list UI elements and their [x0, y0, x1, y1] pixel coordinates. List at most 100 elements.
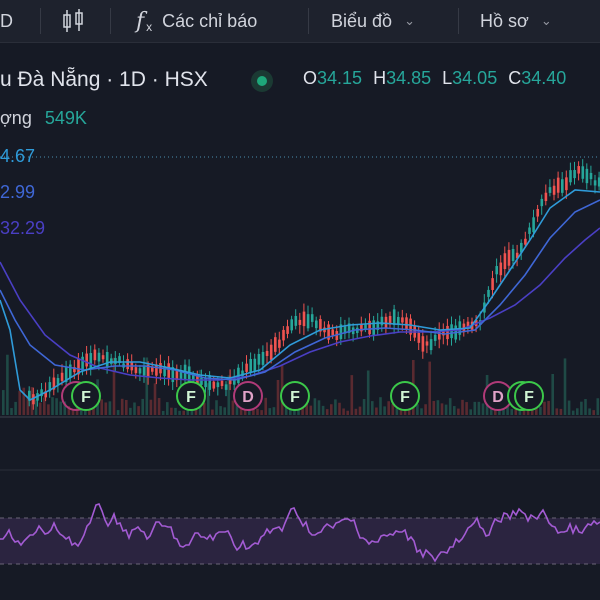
- event-marker-dividend[interactable]: D: [233, 381, 263, 411]
- ma-mid-value: 2.99: [0, 182, 36, 202]
- candle: [364, 324, 367, 329]
- candle: [290, 319, 293, 331]
- volume-bar: [551, 373, 554, 415]
- volume-bar: [313, 398, 317, 415]
- candle: [565, 177, 568, 191]
- rsi-band: [0, 518, 600, 564]
- volume-bar: [276, 380, 280, 415]
- volume-bar: [137, 406, 140, 415]
- close-key: C: [508, 68, 522, 88]
- volume-bar: [84, 410, 87, 415]
- volume-bar: [559, 408, 563, 415]
- volume-bar: [580, 401, 583, 415]
- volume-value: 549K: [44, 108, 87, 128]
- candle: [331, 329, 334, 336]
- volume-bar: [473, 401, 477, 415]
- event-marker-label: F: [524, 389, 534, 406]
- candle: [208, 375, 211, 390]
- candle: [216, 382, 220, 388]
- volume-bar: [444, 404, 448, 415]
- volume-bar: [10, 408, 13, 415]
- candle: [126, 359, 129, 370]
- candle: [552, 185, 556, 195]
- market-status-icon: [251, 70, 273, 92]
- volume-bar: [338, 402, 341, 415]
- volume-bar: [354, 408, 358, 415]
- event-marker-label: F: [81, 389, 91, 406]
- candle: [278, 339, 281, 348]
- candle: [544, 192, 548, 202]
- volume-bar: [379, 397, 382, 415]
- candle: [134, 367, 138, 374]
- candle: [585, 168, 589, 184]
- candle: [392, 309, 396, 326]
- volume-bar: [510, 409, 513, 415]
- volume-bar: [129, 407, 132, 415]
- volume-bar: [481, 403, 485, 415]
- volume-bar: [436, 400, 440, 415]
- candle: [536, 209, 539, 217]
- event-marker-financial[interactable]: F: [514, 381, 544, 411]
- volume-bar: [223, 407, 226, 415]
- candle: [577, 166, 580, 174]
- candle: [114, 358, 117, 364]
- ohlc-legend: O34.15 H34.85 L34.05 C34.40: [303, 68, 566, 89]
- volume-bar: [596, 398, 600, 415]
- event-marker-financial[interactable]: F: [390, 381, 420, 411]
- volume-bar: [334, 399, 337, 415]
- symbol-title[interactable]: u Đà Nẵng · 1D · HSX: [0, 62, 208, 98]
- volume-bar: [260, 410, 263, 415]
- candle: [540, 198, 544, 207]
- volume-bar: [555, 408, 559, 415]
- candle: [503, 253, 507, 269]
- open-value: 34.15: [317, 68, 363, 88]
- volume-bar: [268, 408, 272, 415]
- open-key: O: [303, 68, 318, 88]
- event-marker-label: D: [242, 389, 254, 406]
- volume-label: ợng: [0, 108, 32, 128]
- candle: [282, 329, 285, 341]
- ma-short-value: 4.67: [0, 146, 36, 166]
- volume-bar: [420, 408, 423, 415]
- volume-bar: [104, 402, 108, 415]
- volume-bar: [211, 409, 214, 415]
- volume-bar: [375, 407, 378, 415]
- volume-bar: [571, 410, 575, 415]
- candle: [249, 358, 252, 373]
- high-key: H: [373, 68, 387, 88]
- volume-bar: [215, 400, 218, 415]
- candle: [60, 372, 64, 381]
- candle: [528, 227, 531, 234]
- event-marker-financial[interactable]: F: [71, 381, 101, 411]
- candle: [433, 334, 437, 341]
- volume-bar: [477, 401, 481, 415]
- candle: [167, 363, 170, 378]
- candle: [310, 314, 314, 322]
- candle: [274, 337, 277, 352]
- volume-bar: [576, 408, 579, 415]
- event-marker-financial[interactable]: F: [280, 381, 310, 411]
- volume-bar: [116, 410, 120, 415]
- candle: [421, 336, 425, 352]
- volume-bar: [362, 399, 366, 415]
- candle: [511, 248, 515, 261]
- event-marker-financial[interactable]: F: [176, 381, 206, 411]
- candle: [294, 315, 298, 326]
- ma-long-value: 32.29: [0, 218, 46, 238]
- volume-bar: [272, 407, 276, 415]
- volume-bar: [100, 399, 103, 415]
- volume-bar: [416, 404, 419, 415]
- volume-bar: [51, 397, 54, 415]
- candle: [401, 317, 404, 323]
- candle: [491, 278, 494, 290]
- volume-bar: [592, 410, 595, 415]
- candle: [224, 384, 228, 390]
- candle: [142, 366, 146, 376]
- volume-bar: [309, 405, 313, 415]
- volume-bar: [469, 409, 472, 415]
- ma-line-short: [0, 189, 600, 401]
- candle: [495, 266, 498, 275]
- volume-bar: [539, 406, 542, 415]
- rsi-pane: [0, 469, 600, 565]
- volume-bar: [264, 397, 267, 415]
